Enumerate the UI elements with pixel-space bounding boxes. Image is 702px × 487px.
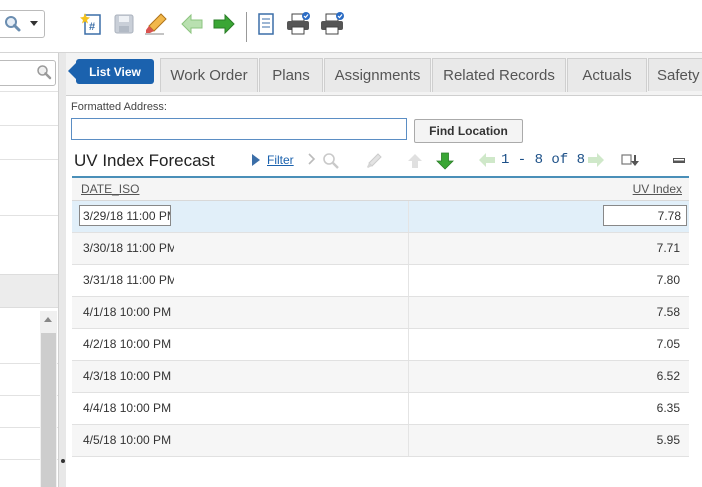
tab-work-order[interactable]: Work Order — [160, 58, 258, 92]
scrollbar-thumb[interactable] — [41, 333, 56, 487]
navigation-divider — [0, 159, 58, 160]
previous-record-icon[interactable] — [178, 10, 206, 38]
cell-uv-index: 6.35 — [656, 401, 680, 415]
arrow-down-icon[interactable] — [436, 152, 454, 173]
splitter-handle[interactable] — [61, 459, 65, 463]
clear-filter-icon[interactable] — [365, 152, 383, 173]
cell-date-iso: 4/4/18 10:00 PM — [83, 401, 172, 415]
tab-plans[interactable]: Plans — [259, 58, 323, 92]
column-divider — [408, 201, 409, 232]
table-row[interactable]: 3/29/18 11:00 PM 7.78 — [72, 201, 689, 233]
formatted-address-label: Formatted Address: — [71, 101, 167, 113]
paging-info: 1 - 8 of 8 — [501, 152, 586, 168]
tab-list-view[interactable]: List View — [68, 59, 154, 84]
table-row[interactable]: 4/5/18 10:00 PM 5.95 — [72, 425, 689, 457]
table-row[interactable]: 3/31/18 11:00 PM 7.80 — [72, 265, 689, 297]
next-page-icon[interactable] — [587, 152, 605, 171]
toolbar-divider — [246, 12, 247, 42]
arrow-up-icon[interactable] — [407, 152, 423, 173]
previous-page-icon[interactable] — [478, 152, 496, 171]
cell-uv-index: 7.80 — [656, 273, 680, 287]
new-record-icon[interactable]: # — [78, 10, 106, 38]
cell-uv-index: 6.52 — [656, 369, 680, 383]
clear-changes-icon[interactable] — [142, 10, 170, 38]
print-icon[interactable] — [284, 10, 312, 38]
save-icon[interactable] — [110, 10, 138, 38]
table-row[interactable]: 3/30/18 11:00 PM 7.71 — [72, 233, 689, 265]
table-row[interactable]: 4/3/18 10:00 PM 6.52 — [72, 361, 689, 393]
column-divider — [408, 297, 409, 328]
table-body: 3/29/18 11:00 PM 7.78 3/30/18 11:00 PM 7.71… — [72, 201, 689, 457]
cell-date-iso: 4/3/18 10:00 PM — [83, 369, 172, 383]
cell-date-iso: 4/2/18 10:00 PM — [83, 337, 172, 351]
navigation-divider — [0, 215, 58, 216]
tab-assignments[interactable]: Assignments — [324, 58, 431, 92]
cell-uv-index: 7.05 — [656, 337, 680, 351]
column-divider — [408, 361, 409, 392]
column-divider — [408, 265, 409, 296]
scroll-up-icon[interactable] — [44, 317, 52, 322]
filter-link[interactable]: Filter — [267, 153, 294, 167]
cell-uv-index[interactable]: 7.78 — [603, 205, 687, 226]
record-tabs: List View Work Order Plans Assignments R… — [66, 53, 702, 96]
navigation-divider — [0, 125, 58, 126]
cell-uv-index: 7.71 — [656, 241, 680, 255]
minimize-section-icon[interactable] — [672, 154, 686, 168]
navigation-search-field[interactable] — [0, 60, 56, 86]
cell-date-iso: 4/1/18 10:00 PM — [83, 305, 172, 319]
section-title: UV Index Forecast — [74, 151, 215, 170]
cell-date-iso: 4/5/18 10:00 PM — [83, 433, 172, 447]
column-divider — [408, 425, 409, 456]
cell-date-iso: 3/30/18 11:00 PM — [83, 241, 174, 255]
main-toolbar: # — [0, 0, 702, 53]
uv-index-table: DATE_ISO UV Index 3/29/18 11:00 PM 7.78 3/… — [72, 176, 689, 457]
view-history-icon[interactable] — [252, 10, 280, 38]
left-navigation-panel — [0, 53, 58, 487]
search-icon[interactable] — [36, 64, 52, 83]
search-icon[interactable] — [322, 152, 340, 173]
table-row[interactable]: 4/1/18 10:00 PM 7.58 — [72, 297, 689, 329]
tab-related-records[interactable]: Related Records — [432, 58, 566, 92]
column-divider — [408, 393, 409, 424]
table-row[interactable]: 4/2/18 10:00 PM 7.05 — [72, 329, 689, 361]
cell-date-iso[interactable]: 3/29/18 11:00 PM — [79, 205, 171, 226]
navigation-divider — [0, 91, 58, 92]
find-location-button[interactable]: Find Location — [414, 119, 523, 143]
cell-date-iso: 3/31/18 11:00 PM — [83, 273, 174, 287]
next-record-icon[interactable] — [210, 10, 238, 38]
column-divider — [408, 329, 409, 360]
column-header-date-iso[interactable]: DATE_ISO — [81, 182, 139, 196]
column-divider — [408, 233, 409, 264]
print-attachments-icon[interactable] — [318, 10, 346, 38]
search-options-dropdown[interactable] — [0, 10, 45, 38]
left-panel-scrollbar[interactable] — [40, 311, 57, 487]
navigation-section-header — [0, 274, 58, 308]
download-icon[interactable] — [621, 152, 639, 171]
cell-uv-index: 7.58 — [656, 305, 680, 319]
tab-safety[interactable]: Safety — [648, 58, 702, 91]
search-icon — [4, 15, 22, 36]
svg-text:#: # — [89, 21, 95, 33]
chevron-down-icon — [30, 21, 38, 26]
list-view-content: Formatted Address: Find Location UV Inde… — [66, 96, 702, 487]
formatted-address-input[interactable] — [71, 118, 407, 140]
filter-expand-icon[interactable] — [250, 153, 262, 170]
column-header-uv-index[interactable]: UV Index — [633, 182, 682, 196]
tab-actuals[interactable]: Actuals — [567, 58, 647, 92]
table-header: DATE_ISO UV Index — [72, 178, 689, 201]
cell-uv-index: 5.95 — [656, 433, 680, 447]
table-row[interactable]: 4/4/18 10:00 PM 6.35 — [72, 393, 689, 425]
chevron-right-icon — [307, 152, 317, 169]
